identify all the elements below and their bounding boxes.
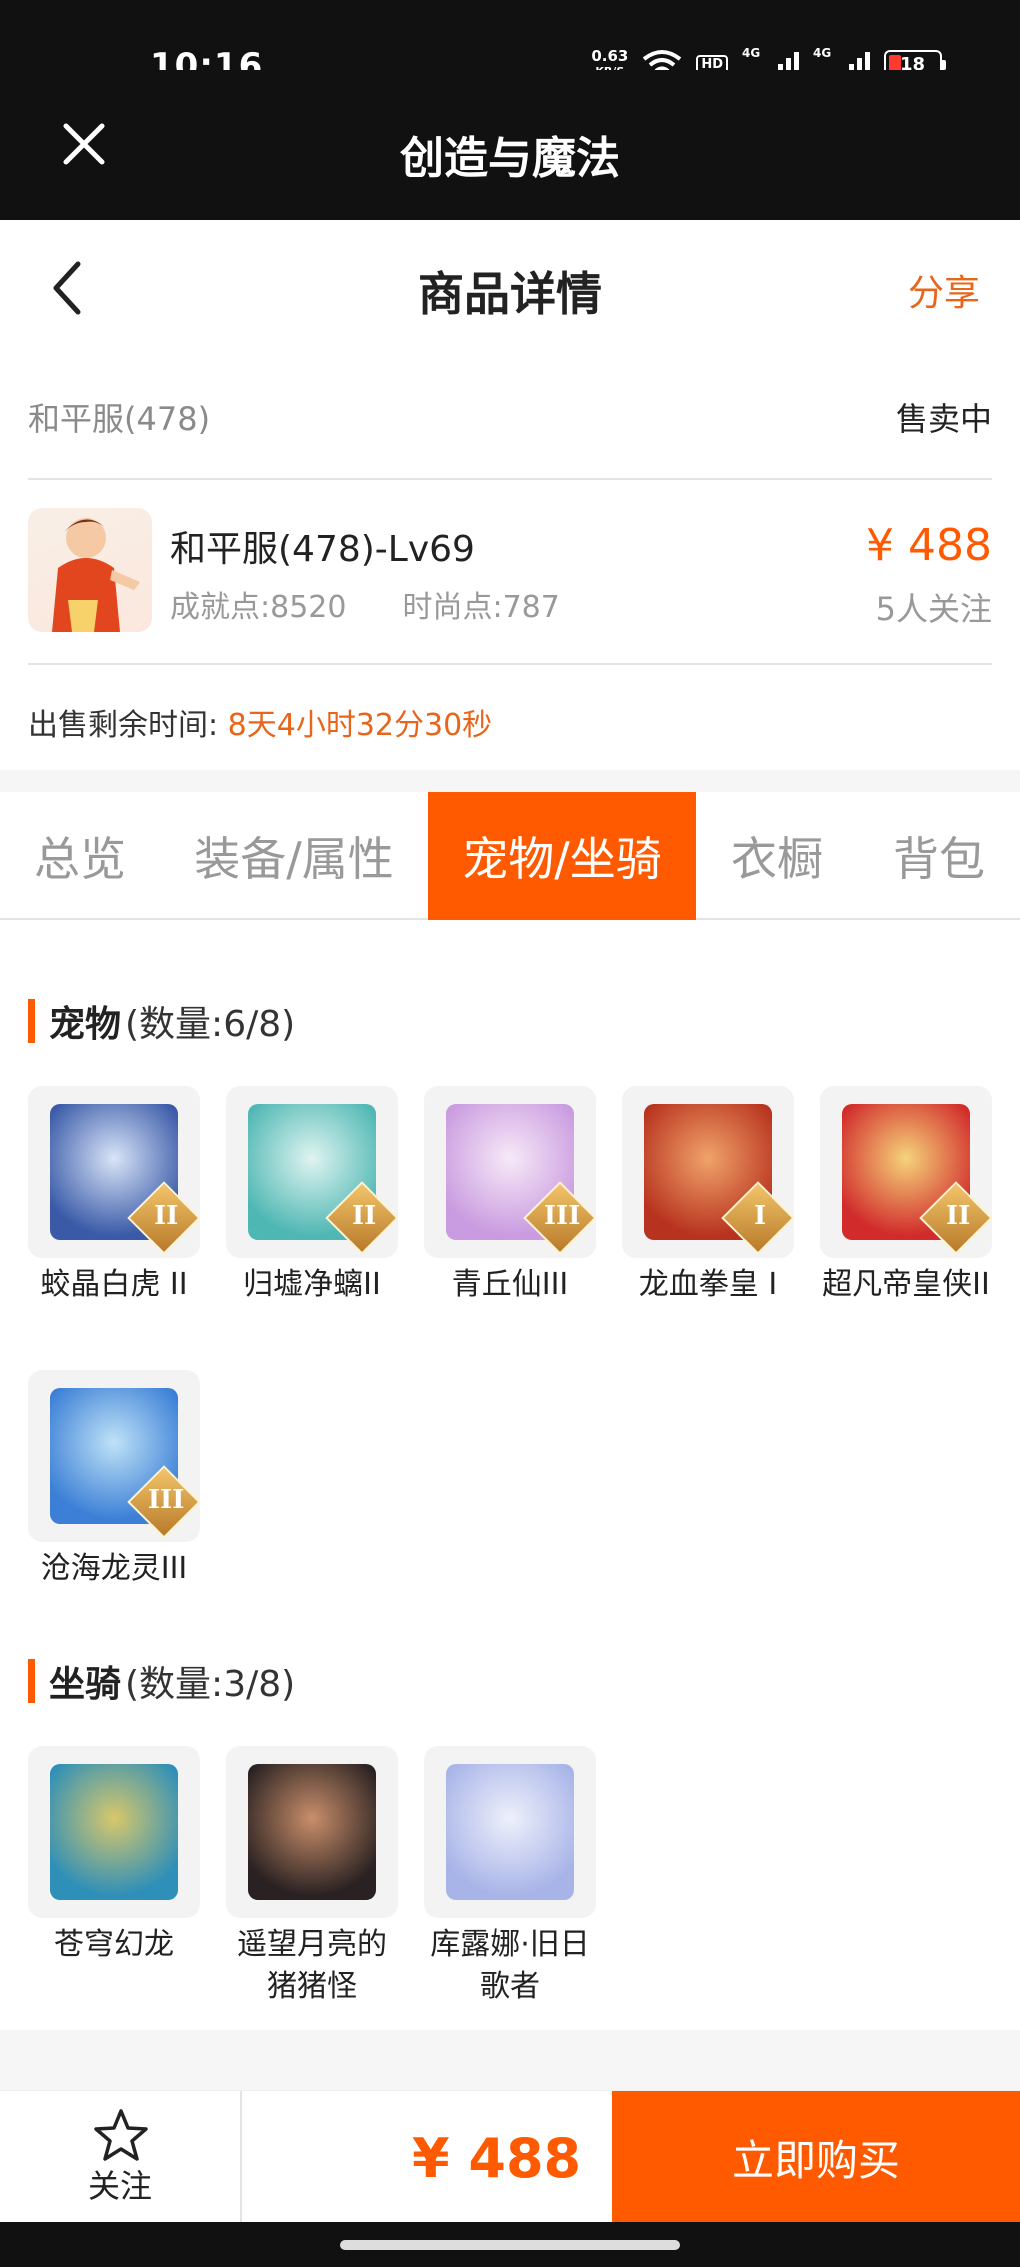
sale-status: 售卖中 (895, 400, 992, 438)
achievement-points: 成就点:8520 (170, 590, 347, 625)
mount-name: 遥望月亮的猪猪怪 (237, 1927, 387, 2004)
tab-equipment[interactable]: 装备/属性 (160, 792, 428, 920)
mounts-title: 坐骑 (49, 1664, 122, 1705)
net-speed-value: 0.63 (591, 47, 629, 65)
tab-overview[interactable]: 总览 (0, 792, 160, 920)
rank-badge-label: II (351, 1200, 377, 1231)
page-header: 商品详情 分享 (0, 220, 1020, 356)
listing-price: ¥ 488 (866, 520, 992, 571)
pet-card[interactable]: II 超凡帝皇侠II (820, 1086, 992, 1306)
app-title: 创造与魔法 (400, 133, 620, 184)
pet-name: 超凡帝皇侠II (822, 1267, 990, 1302)
mount-card[interactable]: 遥望月亮的猪猪怪 (226, 1746, 398, 2008)
pets-title: 宠物 (49, 1004, 122, 1045)
pet-image: II (820, 1086, 992, 1258)
app-title-bar: 创造与魔法 (0, 70, 1020, 220)
page-title: 商品详情 (418, 267, 602, 321)
character-name: 和平服(478)-Lv69 (170, 529, 475, 570)
follow-button[interactable]: 关注 (0, 2091, 242, 2223)
rank-badge-label: II (945, 1200, 971, 1231)
pet-card[interactable]: I 龙血拳皇 I (622, 1086, 794, 1306)
tab-backpack[interactable]: 背包 (858, 792, 1020, 920)
star-icon (94, 2109, 148, 2161)
pet-name: 龙血拳皇 I (638, 1267, 778, 1302)
section-accent-bar (28, 999, 35, 1043)
mount-image (424, 1746, 596, 1918)
pet-image: II (28, 1086, 200, 1258)
mounts-count: (数量:3/8) (125, 1664, 296, 1705)
mount-image (226, 1746, 398, 1918)
remaining-time-value: 8天4小时32分30秒 (227, 708, 493, 743)
mount-portrait (50, 1764, 178, 1900)
character-summary[interactable]: 和平服(478)-Lv69 成就点:8520 时尚点:787 ¥ 488 5人关… (28, 480, 992, 665)
pet-name: 沧海龙灵III (40, 1551, 188, 1586)
pet-card[interactable]: II 蛟晶白虎 II (28, 1086, 200, 1306)
sim2-label: 4G (813, 46, 832, 60)
pets-section-title: 宠物 (数量:6/8) (28, 995, 295, 1047)
pet-name: 归墟净螭II (243, 1267, 381, 1302)
mount-name: 苍穹幻龙 (54, 1927, 174, 1962)
mount-portrait (248, 1764, 376, 1900)
pet-card[interactable]: II 归墟净螭II (226, 1086, 398, 1306)
section-accent-bar (28, 1659, 35, 1703)
character-figure-icon (52, 518, 140, 632)
server-name: 和平服(478) (28, 400, 211, 438)
follow-label: 关注 (87, 2167, 152, 2205)
pet-name: 蛟晶白虎 II (40, 1267, 188, 1302)
mount-portrait (446, 1764, 574, 1900)
tab-pets-mounts[interactable]: 宠物/坐骑 (428, 792, 696, 920)
tab-bar: 总览 装备/属性 宠物/坐骑 衣橱 背包 (0, 792, 1020, 920)
mount-card[interactable]: 苍穹幻龙 (28, 1746, 200, 1966)
mount-image (28, 1746, 200, 1918)
rank-badge-label: II (153, 1200, 179, 1231)
sim1-label: 4G (742, 46, 761, 60)
section-divider (0, 770, 1020, 792)
footer-price: ¥ 488 (412, 2127, 582, 2190)
share-button[interactable]: 分享 (908, 264, 980, 316)
system-nav-bar (0, 2222, 1020, 2267)
pet-image: III (424, 1086, 596, 1258)
bottom-spacer (0, 2030, 1020, 2090)
pet-image: I (622, 1086, 794, 1258)
home-indicator[interactable] (340, 2240, 680, 2250)
character-avatar (28, 508, 152, 632)
rank-badge-label: I (754, 1200, 767, 1231)
remaining-time: 出售剩余时间: 8天4小时32分30秒 (28, 700, 492, 744)
pet-image: III (28, 1370, 200, 1542)
tab-wardrobe[interactable]: 衣橱 (696, 792, 858, 920)
mount-name: 库露娜·旧日歌者 (430, 1927, 590, 2004)
buy-now-button[interactable]: 立即购买 (612, 2091, 1020, 2223)
follower-count: 5人关注 (875, 590, 992, 628)
mounts-section-title: 坐骑 (数量:3/8) (28, 1655, 295, 1707)
pet-card[interactable]: III 沧海龙灵III (28, 1370, 200, 1590)
rank-badge-label: III (543, 1200, 581, 1231)
pet-image: II (226, 1086, 398, 1258)
character-stats: 成就点:8520 时尚点:787 (170, 582, 560, 626)
mount-card[interactable]: 库露娜·旧日歌者 (424, 1746, 596, 2008)
fashion-points: 时尚点:787 (402, 590, 560, 625)
purchase-bar: 关注 ¥ 488 立即购买 (0, 2090, 1020, 2223)
remaining-time-label: 出售剩余时间: (28, 708, 219, 743)
pet-name: 青丘仙III (451, 1267, 569, 1302)
server-row: 和平服(478) 售卖中 (28, 370, 992, 480)
pet-card[interactable]: III 青丘仙III (424, 1086, 596, 1306)
rank-badge-label: III (147, 1484, 185, 1515)
pets-count: (数量:6/8) (125, 1004, 296, 1045)
